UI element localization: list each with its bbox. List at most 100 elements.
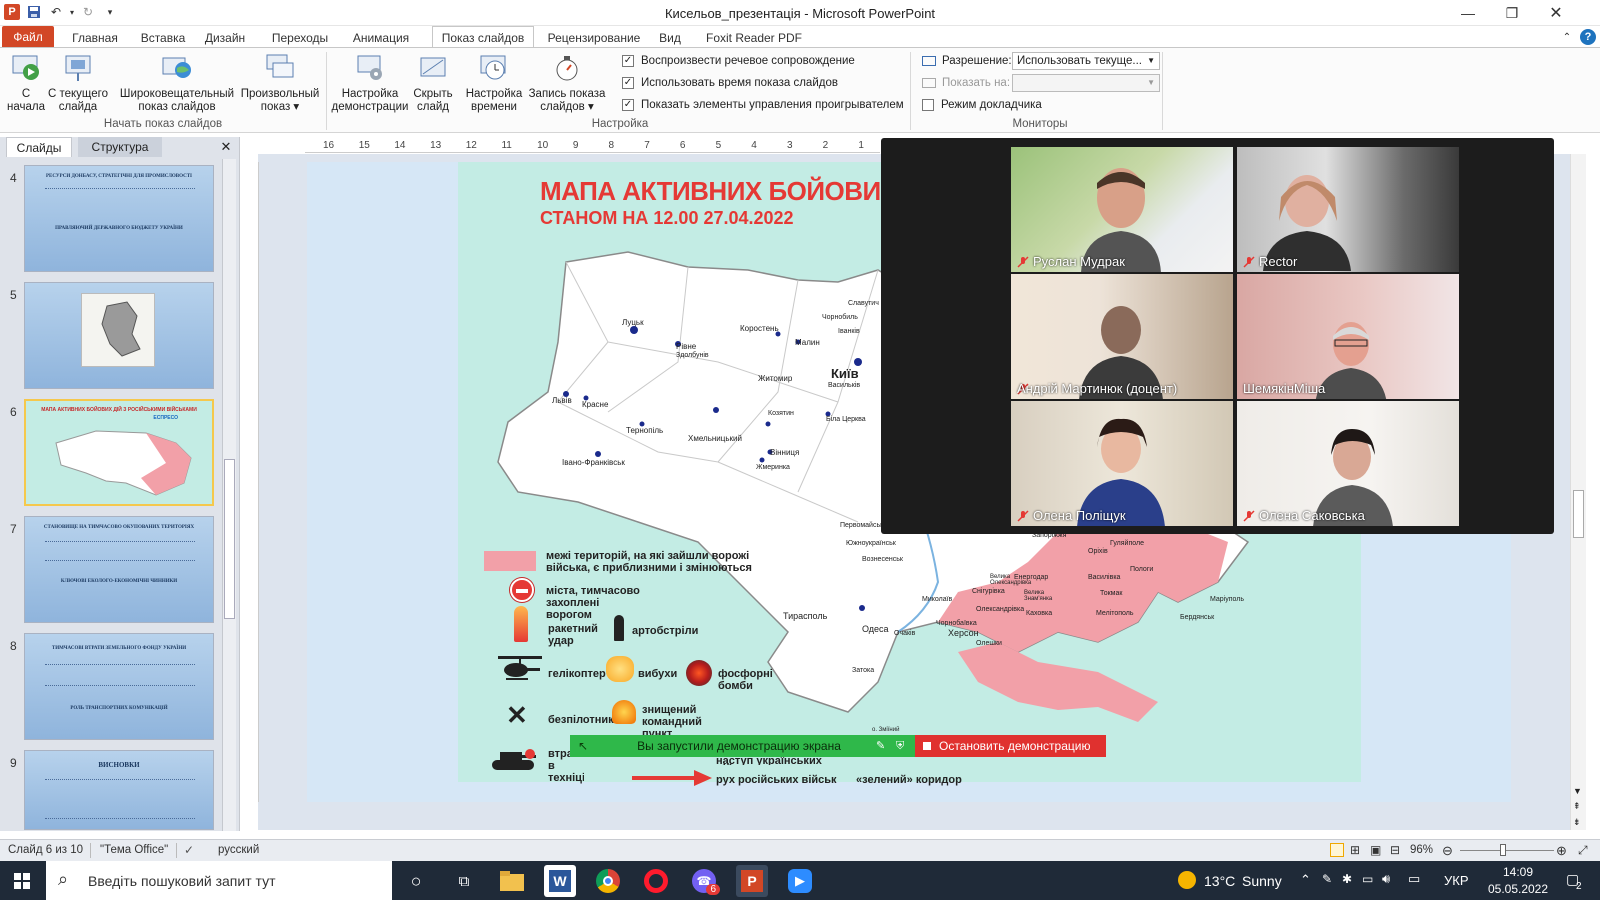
chrome-icon[interactable] — [592, 865, 624, 897]
theme-name[interactable]: "Тема Office" — [100, 840, 168, 861]
tab-foxit[interactable]: Foxit Reader PDF — [702, 28, 806, 48]
minimize-button[interactable]: — — [1446, 0, 1490, 26]
tab-slides[interactable]: Слайды — [6, 137, 72, 157]
close-button[interactable]: ✕ — [1534, 0, 1578, 26]
tab-home[interactable]: Главная — [64, 28, 126, 48]
next-slide-icon[interactable]: ⇟ — [1573, 817, 1581, 828]
collapse-ribbon-icon[interactable]: ⌃ — [1560, 28, 1574, 48]
undo-icon[interactable]: ↶ — [48, 4, 64, 20]
word-icon[interactable]: W — [544, 865, 576, 897]
cortana-icon[interactable]: ○ — [400, 865, 432, 897]
broadcast-button[interactable]: Широковещательный показ слайдов — [118, 52, 236, 114]
slide-thumb-6-selected[interactable]: МАПА АКТИВНИХ БОЙОВИХ ДІЙ З РОСІЙСЬКИМИ … — [24, 399, 214, 506]
spellcheck-icon[interactable]: ✓ — [184, 840, 194, 861]
scroll-down-icon[interactable]: ▼ — [1573, 786, 1582, 796]
resolution-select[interactable]: Использовать текуще... ▼ — [1012, 52, 1160, 70]
normal-view-icon[interactable] — [1330, 843, 1344, 857]
slide-thumb-7[interactable]: СТАНОВИЩЕ НА ТИМЧАСОВО ОКУПОВАНИХ ТЕРИТО… — [24, 516, 214, 623]
prev-slide-icon[interactable]: ⇞ — [1573, 801, 1581, 812]
participant-tile[interactable]: ШемякінМіша — [1237, 274, 1459, 399]
controls-checkbox[interactable]: ✓ Показать элементы управления проигрыват… — [622, 96, 904, 114]
slideshow-view-icon[interactable]: ⊟ — [1390, 840, 1400, 861]
timings-checkbox[interactable]: ✓ Использовать время показа слайдов — [622, 74, 838, 92]
powerpoint-logo-icon[interactable]: P — [4, 4, 20, 20]
opera-icon[interactable] — [640, 865, 672, 897]
tab-file[interactable]: Файл — [2, 26, 54, 48]
zoom-slider-thumb[interactable] — [1500, 844, 1506, 856]
participant-tile[interactable]: Андрій Мартинюк (доцент) — [1011, 274, 1233, 399]
slide-thumb-5[interactable] — [24, 282, 214, 389]
setup-show-button[interactable]: Настройка демонстрации — [330, 52, 410, 114]
zoom-app-icon[interactable]: ▶ — [784, 865, 816, 897]
panel-scrollbar-thumb[interactable] — [224, 459, 235, 619]
presenter-view-checkbox[interactable]: Режим докладчика — [922, 96, 1042, 114]
fit-slide-icon[interactable]: ⤢ — [1578, 840, 1588, 861]
weather-text[interactable]: Sunny — [1242, 873, 1282, 889]
restore-button[interactable]: ❐ — [1490, 0, 1534, 26]
tab-design[interactable]: Дизайн — [198, 28, 252, 48]
zoom-in-icon[interactable]: ⊕ — [1556, 840, 1567, 861]
redo-icon[interactable]: ↻ — [80, 4, 96, 20]
participant-tile[interactable]: Rector — [1237, 147, 1459, 272]
participant-tile[interactable]: Руслан Мудрак — [1011, 147, 1233, 272]
slide-sorter-icon[interactable]: ⊞ — [1350, 840, 1360, 861]
task-view-icon[interactable]: ⧉ — [448, 865, 480, 897]
narration-checkbox[interactable]: ✓ Воспроизвести речевое сопровождение — [622, 52, 855, 70]
tab-outline[interactable]: Структура — [78, 137, 162, 157]
tray-zoom-icon[interactable]: ✎ — [1322, 872, 1332, 886]
participant-tile[interactable]: Олена Поліщук — [1011, 401, 1233, 526]
volume-icon[interactable]: 🔊︎ — [1382, 871, 1390, 887]
keyboard-language[interactable]: УКР — [1444, 873, 1469, 888]
save-icon[interactable] — [26, 4, 42, 20]
group-start-label: Начать показ слайдов — [103, 118, 223, 130]
viber-icon[interactable]: ☎ 6 — [688, 865, 720, 897]
help-icon[interactable]: ? — [1580, 29, 1596, 45]
powerpoint-taskbar-icon[interactable]: P — [736, 865, 768, 897]
tray-chevron-icon[interactable]: ⌃ — [1300, 872, 1311, 888]
weather-sun-icon[interactable] — [1178, 871, 1196, 889]
tab-view[interactable]: Вид — [656, 28, 684, 48]
stop-share-button[interactable]: Остановить демонстрацию — [915, 735, 1106, 757]
weather-temp[interactable]: 13°C — [1204, 873, 1235, 889]
language-indicator[interactable]: русский — [218, 840, 259, 861]
participant-tile[interactable]: Олена Саковська — [1237, 401, 1459, 526]
show-on-select[interactable]: ▼ — [1012, 74, 1160, 92]
tray-bluetooth-icon[interactable]: ✱ — [1342, 872, 1352, 886]
zoom-slider-track[interactable] — [1460, 850, 1554, 851]
mic-muted-icon[interactable]: ✎ — [876, 735, 885, 757]
broadcast-globe-icon — [161, 52, 193, 84]
scrollbar-thumb[interactable] — [1573, 490, 1584, 538]
shield-icon[interactable]: ⛨ — [896, 735, 904, 757]
taskbar-search-box[interactable]: ⌕ Введіть пошуковий запит тут — [46, 861, 392, 900]
record-show-button[interactable]: Запись показа слайдов ▾ — [526, 52, 608, 114]
tab-review[interactable]: Рецензирование — [544, 28, 644, 48]
screen-share-status-bar[interactable]: ↖ Вы запустили демонстрацию экрана ✎ ⛨ — [570, 735, 916, 757]
slide-thumb-9[interactable]: ВИСНОВКИ — [24, 750, 214, 830]
reading-view-icon[interactable]: ▣ — [1370, 840, 1381, 861]
customize-qat-icon[interactable]: ▾ — [102, 4, 118, 20]
slide-thumb-8[interactable]: ТИМЧАСОВІ ВТРАТИ ЗЕМЕЛЬНОГО ФОНДУ УКРАЇН… — [24, 633, 214, 740]
city-label: Снігурівка — [972, 588, 1005, 595]
from-start-button[interactable]: С начала — [4, 52, 48, 114]
tab-insert[interactable]: Вставка — [134, 28, 192, 48]
hide-slide-button[interactable]: Скрыть слайд — [410, 52, 456, 114]
tab-animation[interactable]: Анимация — [346, 28, 416, 48]
tray-camera-icon[interactable]: ▭ — [1362, 872, 1373, 886]
tab-slideshow[interactable]: Показ слайдов — [432, 26, 534, 49]
clock-date[interactable]: 05.05.2022 — [1484, 882, 1552, 896]
file-explorer-icon[interactable] — [496, 865, 528, 897]
zoom-out-icon[interactable]: ⊖ — [1442, 840, 1453, 861]
tab-transitions[interactable]: Переходы — [268, 28, 332, 48]
windows-start-icon[interactable] — [6, 865, 38, 897]
slide-thumb-4[interactable]: РЕСУРСИ ДОНБАСУ, СТРАТЕГІЧНІ ДЛЯ ПРОМИСЛ… — [24, 165, 214, 272]
clock-time[interactable]: 14:09 — [1484, 865, 1552, 879]
custom-show-button[interactable]: Произвольный показ ▾ — [238, 52, 322, 114]
zoom-level[interactable]: 96% — [1410, 840, 1433, 861]
from-current-button[interactable]: С текущего слайда — [46, 52, 110, 114]
panel-scrollbar[interactable] — [222, 159, 236, 831]
network-icon[interactable]: ▭ — [1408, 871, 1420, 887]
undo-dropdown-icon[interactable]: ▾ — [64, 4, 80, 20]
vertical-scrollbar[interactable]: ▼ ⇞ ⇟ — [1570, 154, 1586, 830]
close-panel-icon[interactable]: ✕ — [218, 137, 234, 157]
rehearse-timings-button[interactable]: Настройка времени — [462, 52, 526, 114]
